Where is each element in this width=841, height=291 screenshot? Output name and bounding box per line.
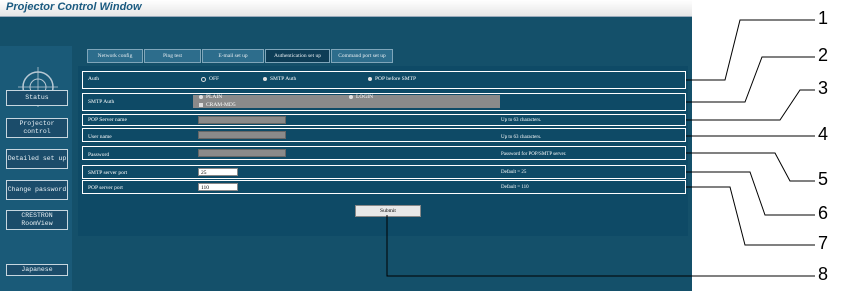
callout-number: 6 xyxy=(818,203,829,223)
callout-number: 4 xyxy=(818,124,829,144)
callout-number: 2 xyxy=(818,45,829,65)
callout-number: 3 xyxy=(818,78,829,98)
callout-number: 1 xyxy=(818,8,829,28)
callout-number: 5 xyxy=(818,169,829,189)
callout-lines xyxy=(386,19,815,277)
callout-number: 8 xyxy=(818,264,829,284)
callout-number: 7 xyxy=(818,233,829,253)
